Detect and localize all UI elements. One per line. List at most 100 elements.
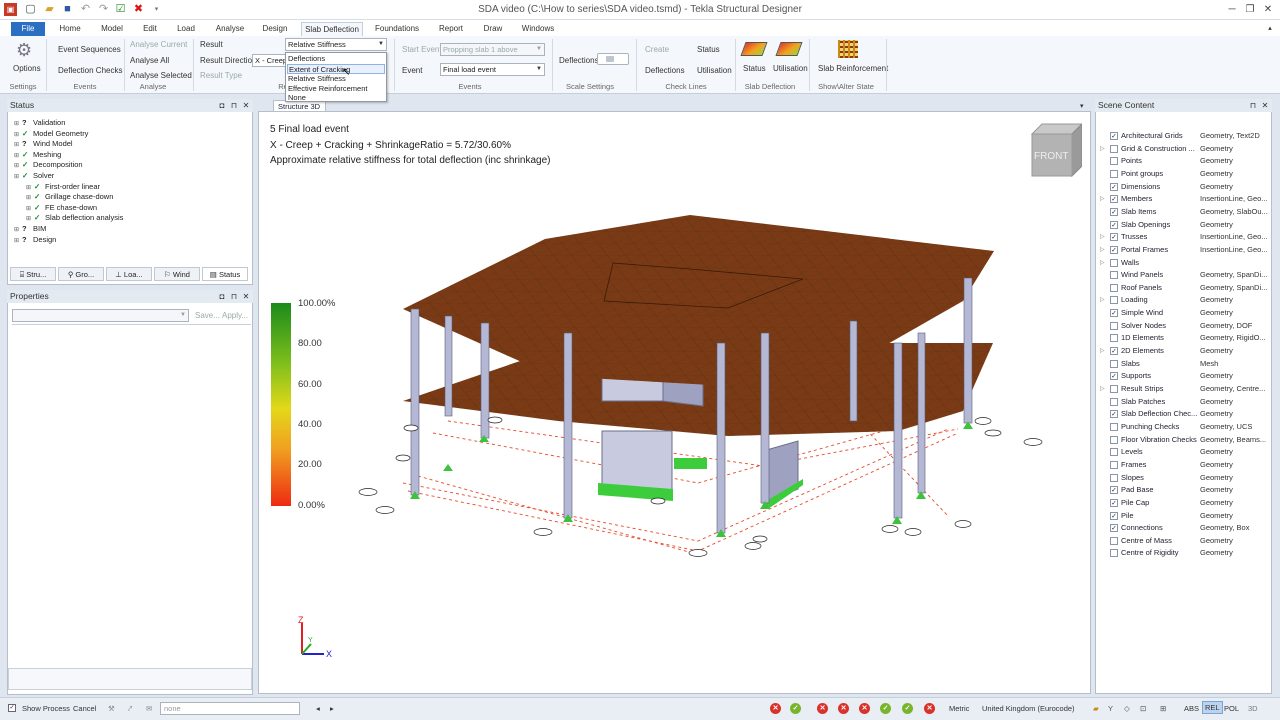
scene-row-checkbox[interactable] xyxy=(1110,271,1118,280)
scene-row-checkbox[interactable]: ✓ xyxy=(1110,347,1118,356)
scene-row-checkbox[interactable] xyxy=(1110,536,1118,545)
expand-icon[interactable]: ▷ xyxy=(1100,244,1105,256)
create-button[interactable]: Create xyxy=(645,45,669,54)
scene-row-checkbox[interactable] xyxy=(1110,549,1118,558)
scene-row[interactable]: Centre of Rigidity Geometry xyxy=(1100,547,1272,559)
pol-toggle[interactable]: POL xyxy=(1224,704,1239,713)
dropdown-option[interactable]: None xyxy=(287,93,385,103)
error-icon[interactable]: ✕ xyxy=(770,703,781,714)
tab-wind[interactable]: ⚐ Wind xyxy=(154,267,200,281)
abs-toggle[interactable]: ABS xyxy=(1184,704,1199,713)
scene-row-checkbox[interactable] xyxy=(1110,422,1118,431)
tab-foundations[interactable]: Foundations xyxy=(372,22,422,36)
expand-icon[interactable]: ⊞ xyxy=(14,172,22,183)
prev-icon[interactable]: ◂ xyxy=(316,704,320,713)
pin-icon[interactable]: ⊓ xyxy=(229,291,239,302)
select-tool-icon[interactable]: ⤤ xyxy=(128,704,132,714)
ok-icon[interactable]: ✓ xyxy=(880,703,891,714)
scene-row[interactable]: ✓ Slab Deflection Chec... Geometry xyxy=(1100,408,1272,420)
expand-icon[interactable]: ▷ xyxy=(1100,383,1105,395)
next-icon[interactable]: ▸ xyxy=(330,704,334,713)
utilisation-check-button[interactable]: Utilisation xyxy=(697,66,732,75)
scene-row-checkbox[interactable]: ✓ xyxy=(1110,309,1118,318)
scene-row-checkbox[interactable]: ✓ xyxy=(1110,207,1118,216)
scene-row-checkbox[interactable] xyxy=(1110,157,1118,166)
scene-row[interactable]: Punching Checks Geometry, UCS xyxy=(1100,421,1272,433)
expand-icon[interactable]: ▷ xyxy=(1100,231,1105,243)
tree-item[interactable]: ⊞? Wind Model xyxy=(14,138,73,149)
scene-row-checkbox[interactable]: ✓ xyxy=(1110,233,1118,242)
tree-item[interactable]: ⊞ ✓ Slab deflection analysis xyxy=(26,212,123,223)
tree-item[interactable]: ⊞ ✓ FE chase-down xyxy=(26,202,97,213)
scene-row[interactable]: ✓ Pile Cap Geometry xyxy=(1100,497,1272,509)
analyse-selected-button[interactable]: Analyse Selected xyxy=(130,71,192,80)
expand-icon[interactable]: ▷ xyxy=(1100,143,1105,155)
scene-row[interactable]: ✓ Supports Geometry xyxy=(1100,370,1272,382)
viewport-menu-icon[interactable]: ▾ xyxy=(1080,102,1084,110)
scene-row[interactable]: ▷ Grid & Construction ... Geometry xyxy=(1100,143,1272,155)
scene-row-checkbox[interactable] xyxy=(1110,296,1118,305)
ok-icon[interactable]: ✓ xyxy=(790,703,801,714)
pin-icon[interactable]: ⊓ xyxy=(1248,100,1258,111)
scene-row[interactable]: Solver Nodes Geometry, DOF xyxy=(1100,320,1272,332)
model-tool-icon[interactable]: ⚒ xyxy=(108,704,115,713)
minimize-icon[interactable]: ─ xyxy=(1223,3,1241,17)
scene-row-checkbox[interactable] xyxy=(1110,283,1118,292)
panel-options-icon[interactable]: ◘ xyxy=(217,100,227,111)
scene-row-checkbox[interactable] xyxy=(1110,385,1118,393)
tree-item[interactable]: ⊞ ✓ First-order linear xyxy=(26,181,100,192)
snap-icon[interactable]: ⊞ xyxy=(1160,704,1166,713)
scene-row[interactable]: Point groups Geometry xyxy=(1100,168,1272,180)
scene-row-checkbox[interactable]: ✓ xyxy=(1110,372,1118,381)
tab-analyse[interactable]: Analyse xyxy=(210,22,250,36)
close-icon[interactable]: ✕ xyxy=(241,100,251,111)
scene-row-checkbox[interactable] xyxy=(1110,258,1118,267)
tree-item[interactable]: ⊞? Validation xyxy=(14,117,65,128)
scene-row-checkbox[interactable] xyxy=(1110,321,1118,330)
deflection-checks-button[interactable]: Deflection Checks xyxy=(58,66,122,75)
scene-row-checkbox[interactable] xyxy=(1110,448,1118,457)
dropdown-option[interactable]: Deflections xyxy=(287,54,385,64)
start-event-select[interactable]: Propping slab 1 above ▼ xyxy=(440,43,545,56)
scene-row-checkbox[interactable]: ✓ xyxy=(1110,182,1118,191)
scale-slider[interactable] xyxy=(597,53,629,65)
tab-design[interactable]: Design xyxy=(257,22,293,36)
scene-row[interactable]: ▷ ✓ Members InsertionLine, Geo... xyxy=(1100,193,1272,205)
scene-row[interactable]: ✓ Slab Openings Geometry xyxy=(1100,219,1272,231)
show-process-checkbox[interactable]: ✓ xyxy=(8,704,16,712)
scene-row-checkbox[interactable]: ✓ xyxy=(1110,410,1118,419)
expand-icon[interactable]: ▷ xyxy=(1100,193,1105,205)
scene-row-checkbox[interactable] xyxy=(1110,397,1118,406)
utilisation-icon[interactable] xyxy=(775,42,803,56)
scene-row[interactable]: ▷ ✓ 2D Elements Geometry xyxy=(1100,345,1272,357)
panel-options-icon[interactable]: ◘ xyxy=(217,291,227,302)
result-dropdown-list[interactable]: Deflections Extent of Cracking Relative … xyxy=(285,52,387,102)
save-properties-button[interactable]: Save... xyxy=(195,311,220,320)
scene-row[interactable]: ✓ Slab Items Geometry, SlabOu... xyxy=(1100,206,1272,218)
scene-row-checkbox[interactable] xyxy=(1110,144,1118,153)
apply-properties-button[interactable]: Apply... xyxy=(222,311,248,320)
structure-model[interactable]: Z Y X xyxy=(258,111,1091,694)
scene-row[interactable]: Slab Patches Geometry xyxy=(1100,396,1272,408)
properties-object-select[interactable]: ▼ xyxy=(12,309,189,322)
scene-row[interactable]: Wind Panels Geometry, SpanDi... xyxy=(1100,269,1272,281)
tab-draw[interactable]: Draw xyxy=(478,22,508,36)
scene-row[interactable]: Floor Vibration Checks Geometry, Beams... xyxy=(1100,434,1272,446)
tab-file[interactable]: File xyxy=(11,22,45,36)
scene-row[interactable]: Frames Geometry xyxy=(1100,459,1272,471)
status-icon[interactable] xyxy=(740,42,768,56)
analyse-all-button[interactable]: Analyse All xyxy=(130,56,169,65)
gear-icon[interactable]: ⚙ xyxy=(16,40,32,61)
tab-groups[interactable]: ⚲ Gro... xyxy=(58,267,104,281)
scene-row[interactable]: Centre of Mass Geometry xyxy=(1100,535,1272,547)
snap-icon[interactable]: ◇ xyxy=(1124,704,1130,713)
scene-row[interactable]: 1D Elements Geometry, RigidO... xyxy=(1100,332,1272,344)
slab-reinforcement-button[interactable]: Slab Reinforcement xyxy=(818,64,888,73)
scene-row-checkbox[interactable]: ✓ xyxy=(1110,524,1118,533)
tab-load[interactable]: Load xyxy=(172,22,200,36)
tree-item[interactable]: ⊞? Design xyxy=(14,234,56,245)
scene-row[interactable]: Slabs Mesh xyxy=(1100,358,1272,370)
tab-slab-deflection[interactable]: Slab Deflection xyxy=(301,22,363,36)
tab-windows[interactable]: Windows xyxy=(519,22,557,36)
scene-row[interactable]: ▷ Result Strips Geometry, Centre... xyxy=(1100,383,1272,395)
